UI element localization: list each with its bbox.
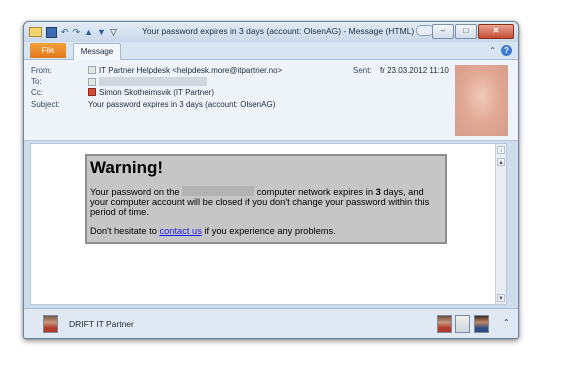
people-pane-label: DRIFT IT Partner	[69, 319, 134, 329]
tab-file[interactable]: File	[30, 43, 66, 58]
title-bar: ↶ ↷ ▲ ▼ ▽ Your password expires in 3 day…	[24, 22, 518, 42]
people-pane: DRIFT IT Partner ⌃	[24, 308, 518, 338]
redacted-company	[182, 186, 255, 196]
undo-icon[interactable]: ↶	[61, 26, 69, 38]
subject-label: Subject:	[31, 100, 60, 109]
zoom-icon[interactable]: ↕	[497, 146, 505, 154]
outlook-message-window: ↶ ↷ ▲ ▼ ▽ Your password expires in 3 day…	[23, 21, 519, 339]
quick-access-toolbar: ↶ ↷ ▲ ▼ ▽	[29, 26, 121, 38]
cc-value[interactable]: Simon Skotheimsvik (IT Partner)	[88, 88, 214, 97]
people-avatar-placeholder[interactable]	[455, 315, 470, 333]
maximize-button[interactable]: □	[455, 24, 477, 39]
cc-label: Cc:	[31, 88, 43, 97]
expand-people-pane-icon[interactable]: ⌃	[503, 318, 510, 327]
envelope-icon	[29, 27, 42, 37]
collapse-ribbon-icon[interactable]: ⌃	[489, 46, 496, 55]
from-label: From:	[31, 66, 52, 75]
vertical-scrollbar[interactable]: ↕ ▲ ▼	[495, 144, 506, 304]
help-icon[interactable]: ?	[501, 45, 512, 56]
subject-value: Your password expires in 3 days (account…	[88, 100, 276, 109]
redacted-recipient	[99, 77, 207, 86]
previous-item-icon[interactable]: ▲	[84, 26, 93, 38]
save-icon[interactable]	[46, 26, 57, 38]
contact-status-icon	[88, 78, 96, 86]
ribbon-tabs: File Message ⌃ ?	[24, 42, 518, 60]
warning-box: Warning! Your password on the computer n…	[85, 154, 447, 244]
scroll-up-button[interactable]: ▲	[497, 158, 505, 166]
sent-label: Sent:	[353, 66, 372, 75]
contact-status-icon	[88, 66, 96, 74]
people-avatar[interactable]	[43, 315, 58, 333]
message-header: From: IT Partner Helpdesk <helpdesk.more…	[24, 60, 518, 140]
sender-photo	[455, 65, 508, 136]
minimize-button[interactable]: –	[432, 24, 454, 39]
to-label: To:	[31, 77, 42, 86]
sent-value: fr 23.03.2012 11:10	[380, 66, 449, 75]
customize-toolbar-icon[interactable]: ▽	[110, 26, 117, 38]
window-controls: – □ ✕	[431, 24, 514, 39]
next-item-icon[interactable]: ▼	[97, 26, 106, 38]
warning-heading: Warning!	[90, 158, 164, 177]
scroll-down-button[interactable]: ▼	[497, 294, 505, 302]
contact-paragraph: Don't hesitate to contact us if you expe…	[90, 226, 336, 236]
warning-paragraph: Your password on the computer network ex…	[90, 186, 430, 217]
busy-status-icon	[88, 88, 96, 96]
tab-message[interactable]: Message	[73, 43, 121, 60]
redo-icon[interactable]: ↷	[73, 26, 81, 38]
window-title: Your password expires in 3 days (account…	[142, 26, 415, 36]
people-avatar[interactable]	[437, 315, 452, 333]
to-value[interactable]	[88, 77, 207, 87]
from-value[interactable]: IT Partner Helpdesk <helpdesk.more@itpar…	[88, 66, 282, 75]
contact-us-link[interactable]: contact us	[159, 226, 201, 236]
header-divider	[24, 140, 518, 141]
message-body: Warning! Your password on the computer n…	[30, 143, 507, 305]
close-button[interactable]: ✕	[478, 24, 514, 39]
people-avatar[interactable]	[474, 315, 489, 333]
